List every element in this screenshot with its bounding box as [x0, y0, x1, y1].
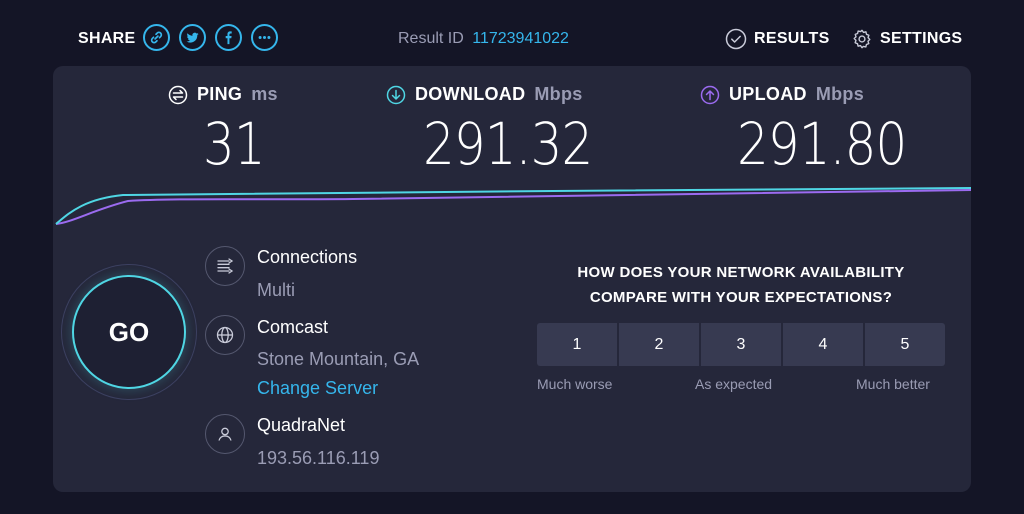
connections-value: Multi — [257, 280, 296, 300]
globe-icon — [205, 315, 245, 355]
change-server-link[interactable]: Change Server — [257, 378, 378, 399]
survey-question: HOW DOES YOUR NETWORK AVAILABILITY COMPA… — [577, 264, 905, 306]
download-metric: DOWNLOAD Mbps 291.32 — [386, 84, 620, 173]
settings-label: SETTINGS — [880, 30, 963, 47]
result-id-label: Result ID — [398, 30, 464, 47]
download-unit: Mbps — [534, 84, 583, 104]
rating-button-3[interactable]: 3 — [701, 323, 781, 366]
connections-icon — [205, 246, 245, 286]
ping-metric: PING ms 31 — [168, 84, 278, 173]
ping-label: PING — [197, 84, 243, 104]
results-label: RESULTS — [754, 30, 830, 47]
more-icon[interactable] — [251, 24, 278, 51]
upload-value: 291.80 — [737, 110, 907, 178]
check-circle-icon — [725, 28, 747, 50]
scale-label-high: Much better — [856, 376, 930, 392]
rating-button-5[interactable]: 5 — [865, 323, 945, 366]
rating-button-2[interactable]: 2 — [619, 323, 699, 366]
result-panel: PING ms 31 DOWNLOAD Mbps 291.32 UPLOAD M… — [53, 66, 971, 492]
speed-graph — [55, 187, 971, 225]
share-buttons — [143, 24, 278, 51]
host-ip: 193.56.116.119 — [257, 448, 380, 468]
user-icon — [205, 414, 245, 454]
host-name: QuadraNet — [257, 415, 346, 435]
rating-button-1[interactable]: 1 — [537, 323, 617, 366]
upload-unit: Mbps — [815, 84, 865, 104]
download-label: DOWNLOAD — [415, 84, 526, 104]
upload-label: UPLOAD — [729, 84, 807, 104]
scale-label-mid: As expected — [695, 376, 773, 392]
gear-icon — [853, 29, 871, 49]
results-button[interactable]: RESULTS — [725, 28, 830, 50]
connections-title: Connections — [257, 247, 358, 267]
twitter-icon[interactable] — [179, 24, 206, 51]
ping-unit: ms — [251, 84, 278, 104]
facebook-icon[interactable] — [215, 24, 242, 51]
share-label: SHARE — [78, 30, 136, 47]
upload-icon — [700, 85, 720, 104]
result-id-link[interactable]: 11723941022 — [472, 30, 569, 47]
isp-location: Stone Mountain, GA — [257, 349, 420, 369]
upload-metric: UPLOAD Mbps 291.80 — [700, 84, 934, 173]
ping-icon — [168, 85, 188, 104]
scale-label-low: Much worse — [537, 376, 613, 392]
rating-button-4[interactable]: 4 — [783, 323, 863, 366]
settings-button[interactable]: SETTINGS — [851, 28, 962, 50]
isp-name: Comcast — [257, 317, 329, 337]
download-graph-line — [55, 187, 971, 225]
rating-buttons: 1 2 3 4 5 — [537, 323, 945, 366]
result-id: Result ID 11723941022 — [398, 30, 569, 48]
ping-value: 31 — [203, 110, 266, 178]
go-button[interactable]: GO — [72, 275, 186, 389]
download-icon — [386, 85, 406, 104]
download-value: 291.32 — [423, 110, 593, 178]
link-icon[interactable] — [143, 24, 170, 51]
